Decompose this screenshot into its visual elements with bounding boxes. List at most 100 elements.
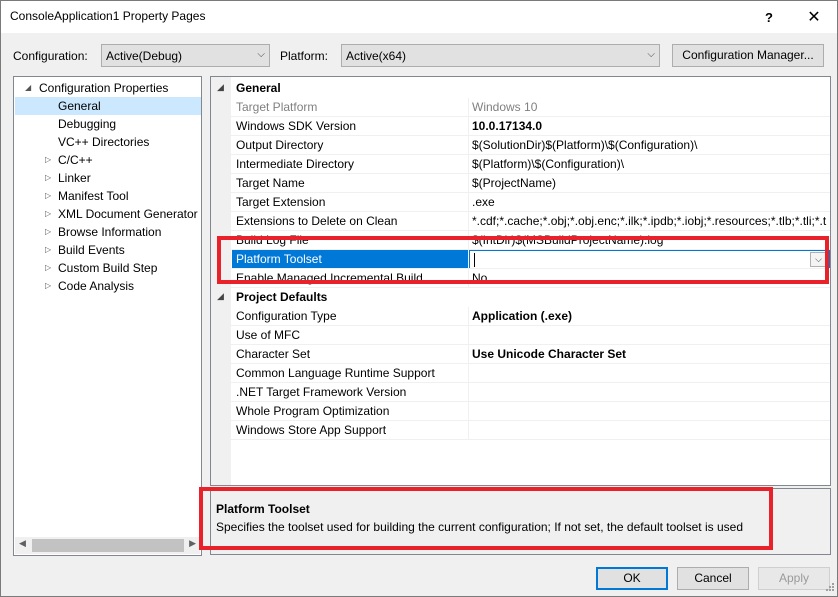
column-divider (468, 364, 469, 383)
column-divider (468, 174, 469, 193)
property-row-net-target-framework-version[interactable]: .NET Target Framework Version (211, 383, 830, 402)
tree-item-label: Build Events (58, 243, 125, 257)
tree-item-build-events[interactable]: ▷ Build Events (14, 241, 201, 259)
tree-item-label: Custom Build Step (58, 261, 158, 275)
property-row-whole-program-optimization[interactable]: Whole Program Optimization (211, 402, 830, 421)
configuration-manager-button[interactable]: Configuration Manager... (672, 44, 824, 67)
property-value[interactable]: Application (.exe) (472, 309, 827, 323)
tree-item-general[interactable]: General (14, 97, 201, 115)
property-value[interactable]: $(ProjectName) (472, 176, 827, 190)
scroll-right-icon[interactable]: ▶ (189, 538, 196, 549)
property-row-character-set[interactable]: Character Set Use Unicode Character Set (211, 345, 830, 364)
property-row-use-of-mfc[interactable]: Use of MFC (211, 326, 830, 345)
tree-item-c-c-[interactable]: ▷ C/C++ (14, 151, 201, 169)
tree-item-browse-information[interactable]: ▷ Browse Information (14, 223, 201, 241)
property-row-target-extension[interactable]: Target Extension .exe (211, 193, 830, 212)
property-tree[interactable]: ◢ Configuration Properties General Debugg… (13, 76, 202, 556)
property-name: Extensions to Delete on Clean (236, 214, 398, 228)
property-name: Windows Store App Support (236, 423, 387, 437)
property-name: Target Name (236, 176, 305, 190)
title-bar: ConsoleApplication1 Property Pages ? ✕ (1, 1, 837, 33)
property-name: Target Platform (236, 100, 318, 114)
column-divider (468, 155, 469, 174)
apply-button[interactable]: Apply (758, 567, 830, 590)
column-divider (468, 307, 469, 326)
scrollbar-thumb[interactable] (32, 539, 184, 552)
property-value[interactable]: Windows 10 (472, 100, 827, 114)
category-general[interactable]: ◢ General (211, 79, 830, 98)
property-row-configuration-type[interactable]: Configuration Type Application (.exe) (211, 307, 830, 326)
chevron-down-icon: ⌵ (257, 49, 265, 60)
tree-item-label: Manifest Tool (58, 189, 129, 203)
tree-item-custom-build-step[interactable]: ▷ Custom Build Step (14, 259, 201, 277)
tree-item-label: C/C++ (58, 153, 93, 167)
column-divider (468, 345, 469, 364)
property-row-output-directory[interactable]: Output Directory $(SolutionDir)$(Platform… (211, 136, 830, 155)
column-divider (468, 193, 469, 212)
expand-arrow-icon[interactable]: ▷ (45, 277, 51, 295)
property-value[interactable]: 10.0.17134.0 (472, 119, 827, 133)
property-row-intermediate-directory[interactable]: Intermediate Directory $(Platform)\$(Conf… (211, 155, 830, 174)
property-name: Common Language Runtime Support (236, 366, 435, 380)
expand-arrow-icon[interactable]: ▷ (45, 241, 51, 259)
tree-item-label: Linker (58, 171, 91, 185)
column-divider (468, 117, 469, 136)
column-divider (468, 383, 469, 402)
close-button[interactable]: ✕ (791, 1, 837, 33)
tree-item-label: XML Document Generator (58, 207, 198, 221)
tree-item-label: Code Analysis (58, 279, 135, 293)
help-button[interactable]: ? (746, 1, 792, 33)
tree-item-manifest-tool[interactable]: ▷ Manifest Tool (14, 187, 201, 205)
property-row-windows-sdk-version[interactable]: Windows SDK Version 10.0.17134.0 (211, 117, 830, 136)
cancel-button[interactable]: Cancel (677, 567, 749, 590)
scroll-left-icon[interactable]: ◀ (19, 538, 26, 549)
tree-horizontal-scrollbar[interactable]: ◀ ▶ (15, 537, 200, 554)
property-value[interactable]: $(Platform)\$(Configuration)\ (472, 157, 827, 171)
configuration-combo[interactable]: Active(Debug) ⌵ (101, 44, 270, 67)
tree-item-label: Configuration Properties (39, 81, 169, 95)
property-name: Configuration Type (236, 309, 337, 323)
column-divider (468, 136, 469, 155)
property-value[interactable]: $(SolutionDir)$(Platform)\$(Configuratio… (472, 138, 827, 152)
tree-item-debugging[interactable]: Debugging (14, 115, 201, 133)
property-name: Intermediate Directory (236, 157, 355, 171)
property-row-common-language-runtime-support[interactable]: Common Language Runtime Support (211, 364, 830, 383)
property-value[interactable]: Use Unicode Character Set (472, 347, 827, 361)
window-title: ConsoleApplication1 Property Pages (10, 9, 206, 23)
property-value[interactable]: *.cdf;*.cache;*.obj;*.obj.enc;*.ilk;*.ip… (472, 214, 827, 228)
collapse-arrow-icon[interactable]: ◢ (217, 82, 224, 93)
expand-arrow-icon[interactable]: ▷ (45, 259, 51, 277)
expand-arrow-icon[interactable]: ▷ (45, 187, 51, 205)
category-label: General (236, 81, 281, 95)
property-row-target-platform[interactable]: Target Platform Windows 10 (211, 98, 830, 117)
collapse-arrow-icon[interactable]: ◢ (217, 291, 224, 302)
tree-item-configuration-properties[interactable]: ◢ Configuration Properties (14, 79, 201, 97)
expand-arrow-icon[interactable]: ▷ (45, 223, 51, 241)
column-divider (468, 402, 469, 421)
property-value[interactable]: .exe (472, 195, 827, 209)
configuration-value: Active(Debug) (106, 49, 183, 63)
highlight-box-description (199, 487, 773, 550)
tree-item-linker[interactable]: ▷ Linker (14, 169, 201, 187)
expand-arrow-icon[interactable]: ▷ (45, 151, 51, 169)
ok-button[interactable]: OK (596, 567, 668, 590)
tree-item-label: Browse Information (58, 225, 162, 239)
platform-combo[interactable]: Active(x64) ⌵ (341, 44, 660, 67)
tree-item-code-analysis[interactable]: ▷ Code Analysis (14, 277, 201, 295)
expand-arrow-icon[interactable]: ▷ (45, 169, 51, 187)
tree-item-vc-directories[interactable]: VC++ Directories (14, 133, 201, 151)
property-row-extensions-to-delete-on-clean[interactable]: Extensions to Delete on Clean *.cdf;*.cac… (211, 212, 830, 231)
property-row-target-name[interactable]: Target Name $(ProjectName) (211, 174, 830, 193)
resize-grip-icon[interactable] (823, 582, 835, 594)
property-name: Windows SDK Version (236, 119, 357, 133)
highlight-box-platform-toolset (217, 236, 829, 284)
platform-label: Platform: (280, 49, 329, 63)
expand-arrow-icon[interactable]: ▷ (45, 205, 51, 223)
category-project-defaults[interactable]: ◢ Project Defaults (211, 288, 830, 307)
category-label: Project Defaults (236, 290, 328, 304)
tree-item-xml-document-generator[interactable]: ▷ XML Document Generator (14, 205, 201, 223)
row-divider (231, 439, 830, 440)
property-name: Whole Program Optimization (236, 404, 390, 418)
column-divider (468, 98, 469, 117)
property-row-windows-store-app-support[interactable]: Windows Store App Support (211, 421, 830, 440)
